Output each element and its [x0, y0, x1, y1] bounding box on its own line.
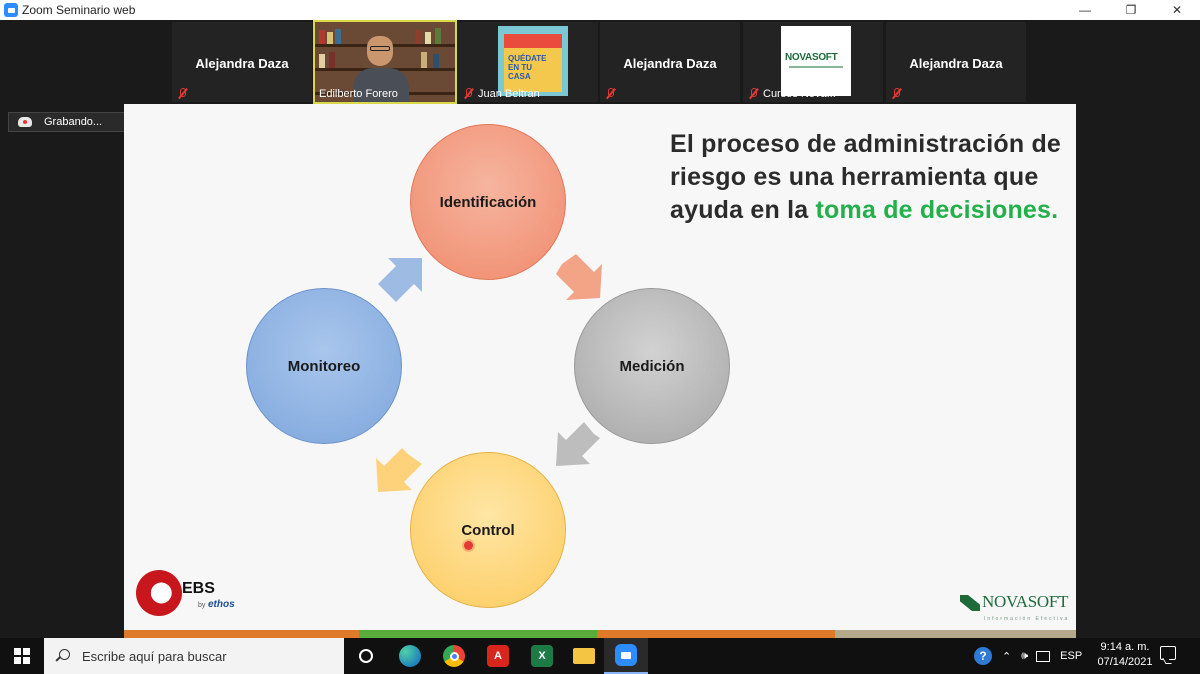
novasoft-mark-icon [960, 595, 980, 611]
ebs-logo-text: EBS [182, 580, 215, 597]
glasses [370, 46, 390, 51]
chevron-up-icon[interactable]: ⌃ [1002, 650, 1011, 663]
circle-label: Medición [619, 357, 685, 375]
bar-segment [124, 630, 359, 638]
participant-label: Juan Beltran [478, 88, 540, 100]
volume-icon[interactable]: 🕪 [1021, 650, 1028, 663]
zoom-webinar-screen: Zoom Seminario web — ❐ ✕ Alejandra Daza [0, 0, 1200, 674]
participant-label: Edilberto Forero [319, 88, 398, 100]
help-icon[interactable]: ? [974, 647, 992, 665]
recording-label: Grabando... [44, 116, 103, 128]
participant-tile[interactable]: Alejandra Daza [172, 22, 312, 102]
participant-name: Alejandra Daza [909, 56, 1003, 71]
recording-indicator[interactable]: Grabando... [8, 112, 126, 132]
start-button[interactable] [0, 638, 44, 674]
windows-logo-icon [14, 648, 30, 664]
slide-heading: El proceso de administración de riesgo e… [670, 128, 1070, 227]
participant-name: Alejandra Daza [195, 56, 289, 71]
arrow-medicion-to-control [556, 422, 600, 466]
muted-mic-icon [605, 88, 616, 99]
muted-mic-icon [177, 88, 188, 99]
chrome-icon [443, 645, 465, 667]
person-head [367, 36, 393, 66]
clock-time: 9:14 a. m. [1100, 641, 1150, 653]
search-icon [56, 649, 70, 663]
system-tray: ? ⌃ 🕪 ESP [974, 638, 1082, 674]
novasoft-logo: NOVASOFT Información Efectiva [960, 592, 1070, 628]
participant-gallery-strip: Alejandra Daza Edilberto Forero QUÉDATE … [0, 20, 1200, 104]
ethos-logo-text: ethos [208, 599, 235, 610]
window-title-bar: Zoom Seminario web — ❐ ✕ [0, 0, 1200, 20]
windows-taskbar: Escribe aquí para buscar A X ? ⌃ 🕪 ESP 9… [0, 638, 1200, 674]
ebs-by-text: by [198, 602, 206, 609]
taskbar-app-acrobat[interactable]: A [476, 638, 520, 674]
circle-label: Identificación [439, 193, 537, 211]
notification-center-icon[interactable] [1160, 646, 1176, 660]
edge-icon [399, 645, 421, 667]
participant-tile[interactable]: Alejandra Daza [886, 22, 1026, 102]
novasoft-logo-card: NOVASOFT [781, 26, 851, 96]
circle-medicion: Medición [574, 288, 730, 444]
participant-tile[interactable]: QUÉDATE EN TU CASA Juan Beltran [458, 22, 598, 102]
circle-monitoreo: Monitoreo [246, 288, 402, 444]
taskbar-search-input[interactable]: Escribe aquí para buscar [44, 638, 344, 674]
participant-tile-active-speaker[interactable]: Edilberto Forero [313, 20, 457, 104]
zoom-icon [615, 644, 637, 666]
close-button[interactable]: ✕ [1154, 0, 1200, 20]
clock-date: 07/14/2021 [1097, 656, 1153, 668]
minimize-button[interactable]: — [1062, 0, 1108, 20]
window-controls: — ❐ ✕ [1062, 0, 1200, 20]
network-icon[interactable] [1036, 650, 1051, 662]
task-view-button[interactable] [344, 638, 388, 674]
taskbar-clock[interactable]: 9:14 a. m. 07/14/2021 [1092, 640, 1158, 672]
participant-label: Cursos Nova... [763, 88, 836, 100]
slide-heading-highlight: toma de decisiones. [815, 196, 1059, 224]
ebs-mark-icon [136, 570, 182, 616]
bar-segment [359, 630, 597, 638]
taskbar-app-zoom[interactable] [604, 638, 648, 674]
slide-bottom-color-bar [124, 630, 1076, 638]
cloud-record-icon [18, 117, 32, 127]
search-placeholder: Escribe aquí para buscar [82, 648, 227, 664]
folder-icon [573, 648, 595, 664]
ebs-logo: EBS by ethos [136, 570, 256, 622]
task-view-icon [359, 649, 373, 663]
shared-screen-slide: Identificación Medición Control Monitore… [124, 104, 1076, 636]
zoom-app-icon [4, 3, 18, 17]
annotation-pointer [464, 541, 473, 550]
arrow-monitoreo-to-identificacion [378, 258, 422, 302]
circle-control: Control [410, 452, 566, 608]
poster-text: QUÉDATE EN TU CASA [508, 54, 547, 81]
taskbar-app-excel[interactable]: X [520, 638, 564, 674]
language-indicator[interactable]: ESP [1060, 650, 1082, 662]
taskbar-app-file-explorer[interactable] [562, 638, 606, 674]
excel-icon: X [531, 645, 553, 667]
arrow-control-to-monitoreo [376, 448, 422, 492]
taskbar-app-edge[interactable] [388, 638, 432, 674]
logo-card-text: NOVASOFT [785, 52, 838, 63]
participant-name: Alejandra Daza [623, 56, 717, 71]
bar-segment [835, 630, 1076, 638]
participant-tile[interactable]: NOVASOFT Cursos Nova... [743, 22, 883, 102]
taskbar-app-chrome[interactable] [432, 638, 476, 674]
restore-button[interactable]: ❐ [1108, 0, 1154, 20]
muted-mic-icon [463, 88, 474, 99]
bar-segment [597, 630, 835, 638]
muted-mic-icon [891, 88, 902, 99]
participant-tile[interactable]: Alejandra Daza [600, 22, 740, 102]
circle-label: Control [461, 521, 515, 539]
window-title: Zoom Seminario web [22, 3, 136, 17]
acrobat-icon: A [487, 645, 509, 667]
novasoft-logo-text: NOVASOFT [982, 592, 1069, 611]
novasoft-tagline: Información Efectiva [984, 616, 1070, 622]
circle-label: Monitoreo [287, 357, 361, 375]
arrow-identificacion-to-medicion [556, 254, 602, 300]
circle-identificacion: Identificación [410, 124, 566, 280]
quedate-en-casa-poster: QUÉDATE EN TU CASA [498, 26, 568, 96]
muted-mic-icon [748, 88, 759, 99]
